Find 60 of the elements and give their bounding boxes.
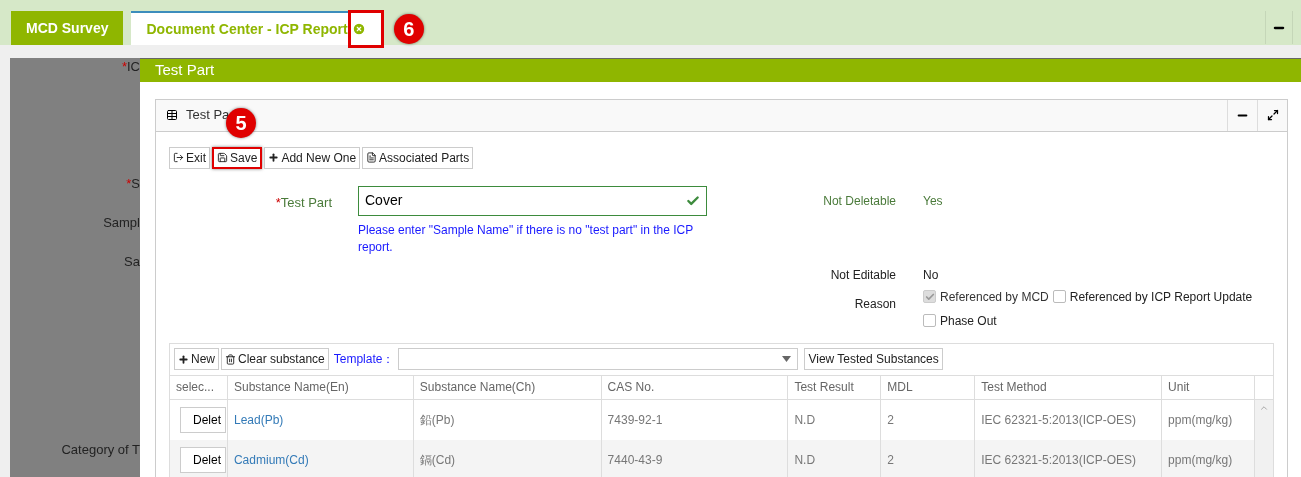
table-cell: 7440-43-9: [601, 439, 789, 477]
table-cell: IEC 62321-5:2013(ICP-OES): [975, 439, 1163, 477]
form-label: Sampl: [103, 215, 140, 231]
substance-link[interactable]: Cadmium(Cd): [227, 439, 414, 477]
delete-button[interactable]: Delet: [180, 446, 226, 473]
doc-button[interactable]: Associated Parts: [362, 146, 474, 169]
field-label: Not Deletable: [822, 192, 896, 210]
column-header: selec...: [170, 375, 228, 399]
save-button[interactable]: Save: [212, 146, 263, 169]
check-icon: [924, 291, 935, 302]
modal-title: Test Part: [155, 60, 215, 80]
view-tested-substances-button[interactable]: View Tested Substances: [804, 348, 943, 370]
expand-icon: [1266, 109, 1279, 121]
trash-button[interactable]: Clear substance: [221, 348, 329, 370]
field-label: Not Editable: [829, 266, 896, 284]
table-cell: 7439-92-1: [601, 399, 789, 440]
test-part-field[interactable]: Cover: [358, 185, 707, 216]
exit-icon: [173, 152, 184, 163]
highlight-frame: [347, 10, 384, 48]
table-cell: 2: [881, 439, 976, 477]
template-label: Template：: [333, 351, 395, 368]
form-label: *S: [126, 176, 140, 192]
dropdown-icon: [782, 356, 792, 362]
save-icon: [217, 152, 228, 163]
field-value: Yes: [923, 192, 943, 210]
column-header: Substance Name(En): [227, 375, 414, 399]
table-cell: 2: [881, 399, 976, 440]
column-header: MDL: [881, 375, 976, 399]
reason-checkbox[interactable]: Phase Out: [923, 311, 997, 330]
close-icon[interactable]: [351, 22, 366, 36]
substance-link[interactable]: Lead(Pb): [227, 399, 414, 440]
reason-checkbox[interactable]: Referenced by ICP Report Update: [1052, 287, 1253, 306]
table-cell: N.D: [788, 439, 882, 477]
table-cell: 鉛(Pb): [413, 399, 602, 440]
table-cell: N.D: [788, 399, 882, 440]
table-cell: IEC 62321-5:2013(ICP-OES): [975, 399, 1163, 440]
table-icon: [166, 109, 178, 121]
form-label: Sa: [124, 254, 140, 270]
column-header: Test Result: [788, 375, 882, 399]
plus-icon: [178, 353, 189, 365]
field-label: *Test Part: [274, 193, 332, 212]
plus-icon: [268, 152, 280, 163]
field-value: No: [923, 266, 939, 284]
column-header: Unit: [1162, 375, 1256, 399]
step-badge: 6: [393, 14, 424, 44]
form-label: *IC: [121, 59, 140, 75]
column-header: CAS No.: [601, 375, 789, 399]
form-label: Category of T: [61, 442, 140, 458]
trash-icon: [225, 353, 236, 365]
table-cell: 鎘(Cd): [413, 439, 602, 477]
delete-button[interactable]: Delet: [180, 406, 226, 433]
hint-text: Please enter "Sample Name" if there is no "test part" in the ICP report.: [358, 221, 694, 256]
add-button[interactable]: Add New One: [264, 146, 361, 169]
minimize-button[interactable]: [1265, 11, 1293, 44]
document-icon: [366, 152, 378, 163]
exit-button[interactable]: Exit: [169, 146, 210, 169]
column-header: Test Method: [975, 375, 1163, 399]
column-header: Substance Name(Ch): [413, 375, 602, 399]
add-button[interactable]: New: [174, 348, 219, 370]
field-label: Reason: [853, 295, 896, 313]
